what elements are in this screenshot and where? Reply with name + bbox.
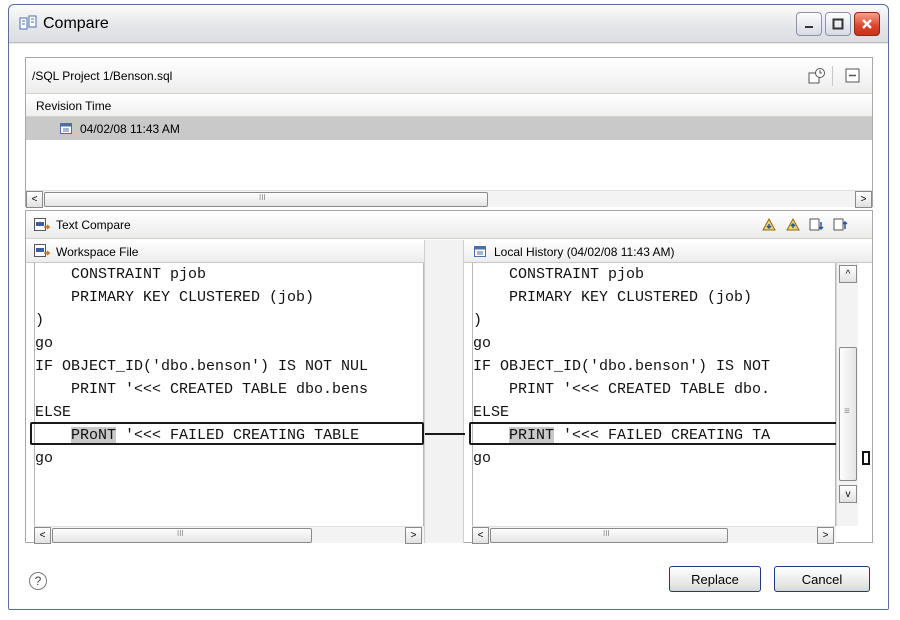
title-bar[interactable]: Compare [9,5,888,43]
revision-time-column-header[interactable]: Revision Time [26,95,872,117]
scroll-down-glyph: v [845,488,851,500]
next-change-icon[interactable] [808,217,826,233]
difference-gutter [424,240,465,543]
revision-time-value: 04/02/08 11:43 AM [80,122,180,136]
right-vertical-scrollbar[interactable]: ^ ≡ v [836,263,858,526]
right-code-line: ) [473,312,483,329]
right-scroll-right-button[interactable]: > [817,527,834,544]
help-glyph: ? [34,574,42,588]
right-code-line: ELSE [473,404,510,421]
revision-time-header-label: Revision Time [36,99,112,113]
text-compare-pane: Text Compare Workspace File CONSTRAINT p… [25,210,873,544]
sql-file-icon [34,218,50,231]
history-scroll-thumb[interactable]: III [44,192,488,207]
previous-change-icon[interactable] [832,217,850,233]
scroll-up-glyph: ^ [845,268,851,280]
link-with-editor-icon[interactable] [808,67,826,85]
right-code-line: go [473,450,492,467]
left-code-line: ELSE [35,404,72,421]
right-code-line: IF OBJECT_ID('dbo.benson') IS NOT [473,358,771,375]
dialog-body: /SQL Project 1/Benson.sql Revision Time [9,44,888,609]
right-scroll-left-glyph: < [477,530,484,541]
history-scroll-grip: III [259,193,266,202]
left-scroll-left-glyph: < [39,530,46,541]
left-scroll-left-button[interactable]: < [34,527,51,544]
revision-row[interactable]: 04/02/08 11:43 AM [26,117,872,140]
minimize-button[interactable] [796,12,822,36]
toolbar-separator [832,66,833,86]
left-code-line: IF OBJECT_ID('dbo.benson') IS NOT NUL [35,358,369,375]
history-pane-header: /SQL Project 1/Benson.sql [26,58,872,94]
right-code-line: go [473,335,492,352]
difference-connector-line [425,433,465,435]
scroll-up-button[interactable]: ^ [839,265,857,283]
right-text-editor[interactable]: CONSTRAINT pjob PRIMARY KEY CLUSTERED (j… [472,263,836,532]
overview-ruler-marker[interactable] [862,451,870,465]
right-difference-box[interactable] [469,422,838,445]
cancel-button[interactable]: Cancel [774,566,870,592]
left-scroll-thumb[interactable]: III [52,528,312,543]
left-code-line: go [35,450,54,467]
left-code-line: PRINT '<<< CREATED TABLE dbo.bens [35,381,369,398]
left-scroll-grip: III [177,529,184,538]
workspace-file-header: Workspace File [26,240,424,263]
history-scroll-right-button[interactable]: > [855,191,872,208]
minimize-icon [805,26,813,28]
local-history-title: Local History (04/02/08 11:43 AM) [494,245,675,259]
compare-window: Compare /SQL Project 1/Benson.sql Revisi… [8,4,889,610]
compare-app-icon [19,15,37,30]
left-text-editor[interactable]: CONSTRAINT pjob PRIMARY KEY CLUSTERED (j… [34,263,424,532]
workspace-file-title: Workspace File [56,245,139,259]
left-horizontal-scrollbar[interactable]: < III > [34,526,424,544]
workspace-file-icon [34,244,50,257]
right-scroll-thumb[interactable]: III [490,528,728,543]
history-pane: /SQL Project 1/Benson.sql Revision Time [25,57,873,208]
left-code-line: go [35,335,54,352]
text-compare-title: Text Compare [56,218,131,232]
text-compare-header: Text Compare [26,211,872,239]
help-icon[interactable]: ? [29,572,47,590]
file-path-label: /SQL Project 1/Benson.sql [32,69,173,83]
left-scroll-right-button[interactable]: > [405,527,422,544]
left-difference-box[interactable] [30,422,424,445]
scroll-down-button[interactable]: v [839,485,857,503]
maximize-icon [832,18,844,30]
vertical-scroll-thumb[interactable]: ≡ [839,347,857,481]
vertical-scroll-grip: ≡ [844,406,850,417]
close-button[interactable] [854,12,880,36]
history-scroll-right-glyph: > [860,194,867,205]
right-scroll-right-glyph: > [822,530,829,541]
right-scroll-grip: III [603,529,610,538]
next-difference-icon[interactable] [760,217,778,233]
previous-difference-icon[interactable] [784,217,802,233]
local-history-calendar-icon [474,246,486,257]
local-history-header: Local History (04/02/08 11:43 AM) [464,240,872,263]
right-scroll-left-button[interactable]: < [472,527,489,544]
right-code-line: PRINT '<<< CREATED TABLE dbo. [473,381,771,398]
revision-calendar-icon [60,123,72,134]
left-code-line: ) [35,312,45,329]
left-scroll-right-glyph: > [410,530,417,541]
replace-button[interactable]: Replace [669,566,761,592]
left-code-line: CONSTRAINT pjob [35,266,207,283]
history-scroll-left-button[interactable]: < [26,191,43,208]
history-horizontal-scrollbar[interactable]: < III > [26,190,872,208]
close-icon [862,19,872,29]
maximize-button[interactable] [825,12,851,36]
right-horizontal-scrollbar[interactable]: < III > [472,526,836,544]
right-code-line: CONSTRAINT pjob [473,266,645,283]
collapse-pane-icon[interactable] [844,67,862,85]
history-scroll-left-glyph: < [31,194,38,205]
left-code-line: PRIMARY KEY CLUSTERED (job) [35,289,315,306]
window-title: Compare [43,15,109,32]
right-code-line: PRIMARY KEY CLUSTERED (job) [473,289,753,306]
